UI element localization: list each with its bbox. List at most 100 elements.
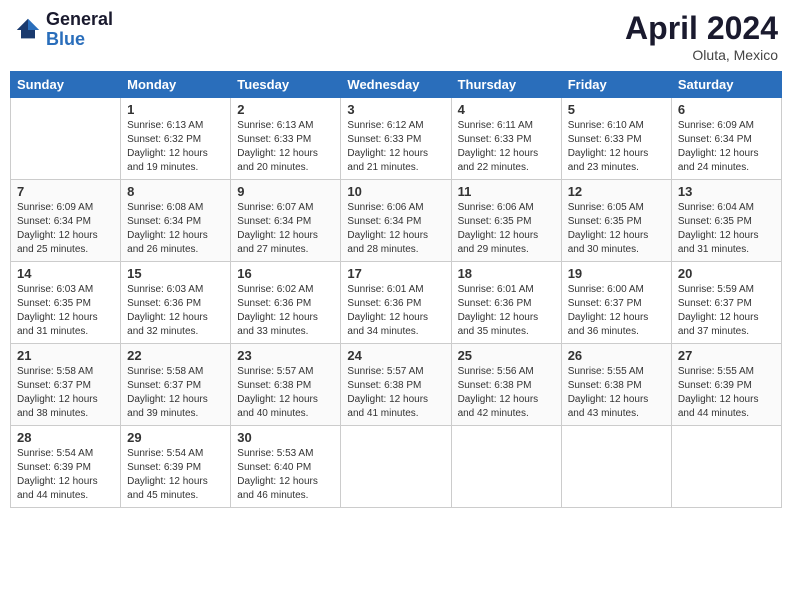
day-number: 10	[347, 184, 444, 199]
day-number: 16	[237, 266, 334, 281]
calendar-cell: 28 Sunrise: 5:54 AM Sunset: 6:39 PM Dayli…	[11, 426, 121, 508]
day-header: Monday	[121, 72, 231, 98]
day-header: Tuesday	[231, 72, 341, 98]
day-info: Sunrise: 6:00 AM Sunset: 6:37 PM Dayligh…	[568, 283, 665, 339]
calendar-cell: 4 Sunrise: 6:11 AM Sunset: 6:33 PM Daylig…	[451, 98, 561, 180]
day-number: 7	[17, 184, 114, 199]
day-header: Friday	[561, 72, 671, 98]
day-number: 23	[237, 348, 334, 363]
calendar-week-row: 21Sunrise: 5:58 AM Sunset: 6:37 PM Dayli…	[11, 344, 782, 426]
day-number: 6	[678, 102, 775, 117]
day-number: 5	[568, 102, 665, 117]
calendar-table: SundayMondayTuesdayWednesdayThursdayFrid…	[10, 71, 782, 508]
day-info: Sunrise: 6:01 AM Sunset: 6:36 PM Dayligh…	[347, 283, 444, 339]
day-number: 22	[127, 348, 224, 363]
day-info: Sunrise: 5:55 AM Sunset: 6:38 PM Dayligh…	[568, 365, 665, 421]
calendar-cell: 8 Sunrise: 6:08 AM Sunset: 6:34 PM Daylig…	[121, 180, 231, 262]
calendar-cell: 10Sunrise: 6:06 AM Sunset: 6:34 PM Dayli…	[341, 180, 451, 262]
day-info: Sunrise: 6:03 AM Sunset: 6:35 PM Dayligh…	[17, 283, 114, 339]
day-number: 18	[458, 266, 555, 281]
day-info: Sunrise: 6:13 AM Sunset: 6:32 PM Dayligh…	[127, 119, 224, 175]
calendar-cell: 29 Sunrise: 5:54 AM Sunset: 6:39 PM Dayli…	[121, 426, 231, 508]
day-info: Sunrise: 5:58 AM Sunset: 6:37 PM Dayligh…	[17, 365, 114, 421]
day-info: Sunrise: 6:12 AM Sunset: 6:33 PM Dayligh…	[347, 119, 444, 175]
day-info: Sunrise: 5:54 AM Sunset: 6:39 PM Dayligh…	[17, 447, 114, 503]
day-info: Sunrise: 6:09 AM Sunset: 6:34 PM Dayligh…	[17, 201, 114, 257]
day-number: 24	[347, 348, 444, 363]
calendar-cell: 25 Sunrise: 5:56 AM Sunset: 6:38 PM Dayli…	[451, 344, 561, 426]
day-number: 30	[237, 430, 334, 445]
logo-icon	[14, 16, 42, 44]
calendar-week-row: 7 Sunrise: 6:09 AM Sunset: 6:34 PM Daylig…	[11, 180, 782, 262]
day-info: Sunrise: 5:53 AM Sunset: 6:40 PM Dayligh…	[237, 447, 334, 503]
day-number: 1	[127, 102, 224, 117]
calendar-week-row: 1 Sunrise: 6:13 AM Sunset: 6:32 PM Daylig…	[11, 98, 782, 180]
day-info: Sunrise: 6:09 AM Sunset: 6:34 PM Dayligh…	[678, 119, 775, 175]
day-info: Sunrise: 6:11 AM Sunset: 6:33 PM Dayligh…	[458, 119, 555, 175]
day-number: 8	[127, 184, 224, 199]
calendar-cell: 30 Sunrise: 5:53 AM Sunset: 6:40 PM Dayli…	[231, 426, 341, 508]
calendar-cell: 26 Sunrise: 5:55 AM Sunset: 6:38 PM Dayli…	[561, 344, 671, 426]
calendar-cell: 22 Sunrise: 5:58 AM Sunset: 6:37 PM Dayli…	[121, 344, 231, 426]
day-number: 14	[17, 266, 114, 281]
day-info: Sunrise: 6:08 AM Sunset: 6:34 PM Dayligh…	[127, 201, 224, 257]
calendar-cell: 3 Sunrise: 6:12 AM Sunset: 6:33 PM Daylig…	[341, 98, 451, 180]
day-info: Sunrise: 6:04 AM Sunset: 6:35 PM Dayligh…	[678, 201, 775, 257]
day-number: 29	[127, 430, 224, 445]
logo: General Blue	[14, 10, 113, 50]
day-number: 27	[678, 348, 775, 363]
title-block: April 2024 Oluta, Mexico	[625, 10, 778, 63]
day-number: 11	[458, 184, 555, 199]
day-info: Sunrise: 5:59 AM Sunset: 6:37 PM Dayligh…	[678, 283, 775, 339]
day-info: Sunrise: 5:57 AM Sunset: 6:38 PM Dayligh…	[237, 365, 334, 421]
day-number: 3	[347, 102, 444, 117]
calendar-body: 1 Sunrise: 6:13 AM Sunset: 6:32 PM Daylig…	[11, 98, 782, 508]
day-number: 4	[458, 102, 555, 117]
calendar-cell	[451, 426, 561, 508]
day-info: Sunrise: 5:56 AM Sunset: 6:38 PM Dayligh…	[458, 365, 555, 421]
calendar-cell: 23 Sunrise: 5:57 AM Sunset: 6:38 PM Dayli…	[231, 344, 341, 426]
calendar-cell	[341, 426, 451, 508]
calendar-cell: 18Sunrise: 6:01 AM Sunset: 6:36 PM Dayli…	[451, 262, 561, 344]
calendar-cell: 1 Sunrise: 6:13 AM Sunset: 6:32 PM Daylig…	[121, 98, 231, 180]
day-info: Sunrise: 5:57 AM Sunset: 6:38 PM Dayligh…	[347, 365, 444, 421]
page-header: General Blue April 2024 Oluta, Mexico	[10, 10, 782, 63]
calendar-cell: 19 Sunrise: 6:00 AM Sunset: 6:37 PM Dayli…	[561, 262, 671, 344]
day-header: Thursday	[451, 72, 561, 98]
calendar-cell: 5 Sunrise: 6:10 AM Sunset: 6:33 PM Daylig…	[561, 98, 671, 180]
day-number: 15	[127, 266, 224, 281]
location: Oluta, Mexico	[625, 47, 778, 63]
day-number: 9	[237, 184, 334, 199]
day-info: Sunrise: 6:10 AM Sunset: 6:33 PM Dayligh…	[568, 119, 665, 175]
month-year: April 2024	[625, 10, 778, 47]
day-number: 12	[568, 184, 665, 199]
day-info: Sunrise: 5:58 AM Sunset: 6:37 PM Dayligh…	[127, 365, 224, 421]
day-info: Sunrise: 6:03 AM Sunset: 6:36 PM Dayligh…	[127, 283, 224, 339]
calendar-cell: 9 Sunrise: 6:07 AM Sunset: 6:34 PM Daylig…	[231, 180, 341, 262]
day-number: 26	[568, 348, 665, 363]
day-number: 17	[347, 266, 444, 281]
day-number: 20	[678, 266, 775, 281]
day-number: 25	[458, 348, 555, 363]
day-info: Sunrise: 6:05 AM Sunset: 6:35 PM Dayligh…	[568, 201, 665, 257]
calendar-week-row: 14 Sunrise: 6:03 AM Sunset: 6:35 PM Dayli…	[11, 262, 782, 344]
calendar-cell: 7 Sunrise: 6:09 AM Sunset: 6:34 PM Daylig…	[11, 180, 121, 262]
day-number: 28	[17, 430, 114, 445]
day-info: Sunrise: 6:07 AM Sunset: 6:34 PM Dayligh…	[237, 201, 334, 257]
calendar-cell: 15 Sunrise: 6:03 AM Sunset: 6:36 PM Dayli…	[121, 262, 231, 344]
calendar-cell: 21Sunrise: 5:58 AM Sunset: 6:37 PM Dayli…	[11, 344, 121, 426]
calendar-cell: 13 Sunrise: 6:04 AM Sunset: 6:35 PM Dayli…	[671, 180, 781, 262]
calendar-cell: 12 Sunrise: 6:05 AM Sunset: 6:35 PM Dayli…	[561, 180, 671, 262]
day-info: Sunrise: 6:13 AM Sunset: 6:33 PM Dayligh…	[237, 119, 334, 175]
calendar-header-row: SundayMondayTuesdayWednesdayThursdayFrid…	[11, 72, 782, 98]
calendar-cell: 27 Sunrise: 5:55 AM Sunset: 6:39 PM Dayli…	[671, 344, 781, 426]
day-header: Sunday	[11, 72, 121, 98]
day-info: Sunrise: 5:54 AM Sunset: 6:39 PM Dayligh…	[127, 447, 224, 503]
day-info: Sunrise: 6:06 AM Sunset: 6:35 PM Dayligh…	[458, 201, 555, 257]
day-header: Saturday	[671, 72, 781, 98]
day-number: 13	[678, 184, 775, 199]
day-info: Sunrise: 5:55 AM Sunset: 6:39 PM Dayligh…	[678, 365, 775, 421]
calendar-cell: 17 Sunrise: 6:01 AM Sunset: 6:36 PM Dayli…	[341, 262, 451, 344]
logo-text: General Blue	[46, 10, 113, 50]
day-number: 19	[568, 266, 665, 281]
